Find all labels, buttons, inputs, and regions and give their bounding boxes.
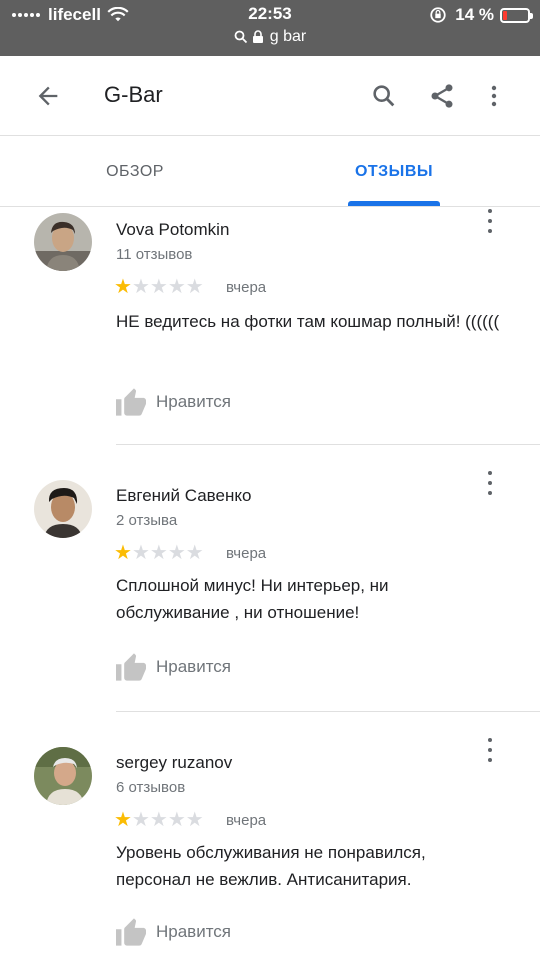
review-author[interactable]: Евгений Савенко	[116, 486, 251, 506]
star-icon: ★	[131, 809, 150, 831]
star-icon: ★	[185, 809, 204, 831]
star-icon: ★	[149, 809, 168, 831]
divider	[116, 711, 540, 712]
review-author[interactable]: sergey ruzanov	[116, 753, 232, 773]
star-icon: ★	[185, 542, 204, 564]
avatar[interactable]	[34, 480, 92, 538]
star-icon: ★	[131, 542, 150, 564]
star-icon: ★	[167, 809, 186, 831]
star-icon: ★	[114, 542, 132, 564]
share-icon	[431, 84, 453, 108]
review-author-count: 6 отзывов	[116, 779, 186, 796]
like-label: Нравится	[156, 657, 232, 676]
active-tab-indicator	[348, 201, 440, 206]
page-title: G-Bar	[104, 82, 163, 107]
review-more-button[interactable]	[480, 471, 500, 495]
url-bar[interactable]: g bar	[0, 28, 540, 46]
battery-percent: 14 %	[455, 5, 494, 24]
rotation-lock-icon	[430, 7, 446, 23]
star-icon: ★	[114, 809, 132, 831]
review-more-button[interactable]	[480, 738, 500, 762]
review-text: НЕ ведитесь на фотки там кошмар полный! …	[116, 312, 500, 331]
star-rating: ★ ★ ★ ★ ★	[114, 277, 204, 297]
review-more-button[interactable]	[480, 209, 500, 233]
more-vert-icon	[491, 85, 497, 107]
more-options-button[interactable]	[476, 78, 512, 114]
share-button[interactable]	[424, 78, 460, 114]
search-icon	[373, 85, 395, 107]
star-icon: ★	[149, 276, 168, 298]
tab-reviews[interactable]: ОТЗЫВЫ	[344, 137, 444, 207]
star-rating: ★ ★ ★ ★ ★	[114, 810, 204, 830]
review-text: Сплошной минус! Ни интерьер, ни обслужив…	[116, 576, 389, 622]
thumb-up-icon	[116, 918, 146, 946]
search-small-icon	[234, 30, 247, 44]
back-button[interactable]	[30, 78, 66, 114]
battery-info: 14 %	[429, 5, 533, 25]
review-card: Евгений Савенко 2 отзыва ★ ★ ★ ★ ★ вчера…	[0, 466, 540, 712]
review-text: Уровень обслуживания не понравился, перс…	[116, 843, 426, 889]
review-author[interactable]: Vova Potomkin	[116, 220, 229, 240]
thumb-up-icon	[116, 388, 146, 416]
star-icon: ★	[167, 276, 186, 298]
back-arrow-icon	[38, 86, 58, 106]
lock-icon	[252, 30, 263, 43]
tab-overview[interactable]: ОБЗОР	[60, 137, 210, 207]
search-button[interactable]	[366, 78, 402, 114]
tab-bar: ОБЗОР ОТЗЫВЫ	[0, 137, 540, 207]
avatar[interactable]	[34, 213, 92, 271]
star-icon: ★	[131, 276, 150, 298]
review-author-count: 11 отзывов	[116, 246, 193, 263]
like-button[interactable]: Нравится	[114, 387, 231, 417]
star-icon: ★	[149, 542, 168, 564]
review-card: Vova Potomkin 11 отзывов ★ ★ ★ ★ ★ вчера…	[0, 207, 540, 445]
like-button[interactable]: Нравится	[114, 652, 231, 682]
review-date: вчера	[226, 812, 267, 829]
review-author-count: 2 отзыва	[116, 512, 178, 529]
like-button[interactable]: Нравится	[114, 917, 231, 947]
review-date: вчера	[226, 545, 267, 562]
star-icon: ★	[185, 276, 204, 298]
star-icon: ★	[114, 276, 132, 298]
review-card: sergey ruzanov 6 отзывов ★ ★ ★ ★ ★ вчера…	[0, 733, 540, 960]
app-header: G-Bar	[0, 56, 540, 136]
battery-icon	[500, 7, 533, 23]
avatar[interactable]	[34, 747, 92, 805]
like-label: Нравится	[156, 922, 232, 941]
star-rating: ★ ★ ★ ★ ★	[114, 543, 204, 563]
status-bar: lifecell 22:53 14 % g bar	[0, 0, 540, 56]
like-label: Нравится	[156, 392, 232, 411]
url-text: g bar	[269, 28, 307, 45]
thumb-up-icon	[116, 653, 146, 681]
star-icon: ★	[167, 542, 186, 564]
divider	[116, 444, 540, 445]
review-date: вчера	[226, 279, 267, 296]
